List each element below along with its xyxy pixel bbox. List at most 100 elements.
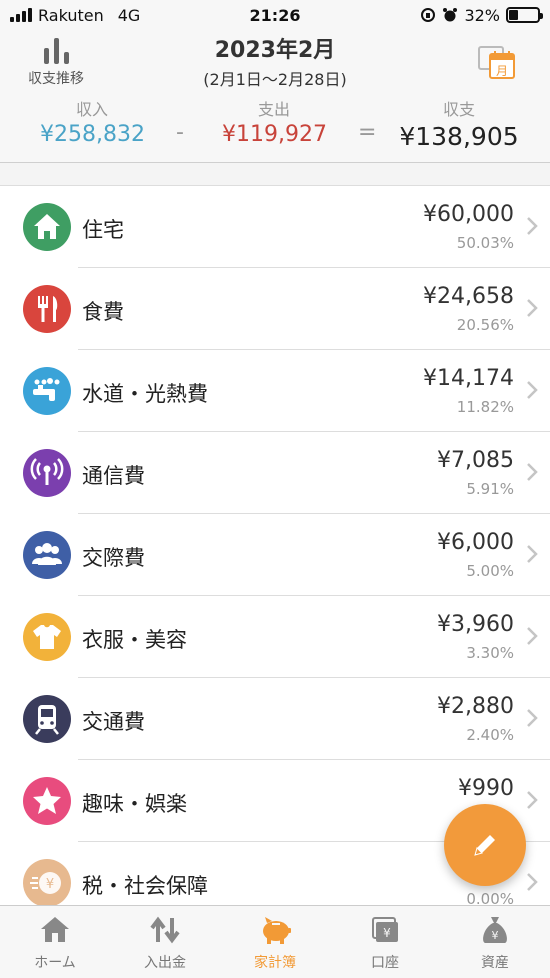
money-bag-icon: ¥ [483, 917, 507, 943]
svg-text:¥: ¥ [383, 926, 391, 940]
chevron-right-icon [527, 217, 538, 235]
category-percent: 3.30% [466, 644, 514, 662]
category-amount: ¥60,000 [423, 202, 514, 227]
category-row[interactable]: 交通費 ¥2,880 2.40% [0, 678, 550, 760]
status-left: Rakuten 4G [10, 6, 140, 25]
category-name: 通信費 [82, 464, 145, 488]
transfer-icon [150, 916, 180, 944]
category-icon-badge: ¥ [23, 859, 71, 907]
star-icon [33, 787, 61, 814]
income-label: 収入 [75, 100, 108, 119]
category-row[interactable]: 住宅 ¥60,000 50.03% [0, 186, 550, 268]
category-row[interactable]: 水道・光熱費 ¥14,174 11.82% [0, 350, 550, 432]
summary-bar: 収入 ¥258,832 - 支出 ¥119,927 = 収支 ¥138,905 [0, 92, 550, 163]
category-row[interactable]: 食費 ¥24,658 20.56% [0, 268, 550, 350]
antenna-icon [30, 458, 64, 485]
balance-summary: 収支 ¥138,905 [394, 96, 524, 151]
category-icon-badge [23, 203, 71, 251]
category-name: 交際費 [82, 546, 145, 570]
category-percent: 20.56% [456, 316, 514, 334]
minus-sign: - [176, 120, 184, 145]
header: 2023年2月 (2月1日〜2月28日) 収支推移 月 [0, 30, 550, 92]
category-amount: ¥7,085 [437, 448, 514, 473]
category-name: 食費 [82, 300, 124, 324]
equals-sign: = [358, 120, 377, 145]
category-amount: ¥3,960 [437, 612, 514, 637]
trend-button[interactable]: 収支推移 [24, 36, 88, 88]
category-name: 趣味・娯楽 [82, 792, 187, 816]
chevron-right-icon [527, 873, 538, 891]
category-icon-badge [23, 531, 71, 579]
chevron-right-icon [527, 545, 538, 563]
status-right: 32% [420, 5, 543, 25]
piggy-bank-icon [263, 917, 291, 944]
pencil-icon [474, 835, 495, 856]
tab-wallet[interactable]: ¥ 口座 [330, 906, 440, 978]
category-icon-badge [23, 695, 71, 743]
category-percent: 50.03% [456, 234, 514, 252]
category-percent: 11.82% [456, 398, 514, 416]
chevron-right-icon [527, 627, 538, 645]
faucet-icon [33, 378, 60, 401]
category-amount: ¥14,174 [423, 366, 514, 391]
category-percent: 5.00% [466, 562, 514, 580]
category-percent: 2.40% [466, 726, 514, 744]
battery-percent: 32% [464, 5, 500, 25]
category-row[interactable]: 通信費 ¥7,085 5.91% [0, 432, 550, 514]
coin-icon: ¥ [30, 872, 61, 894]
chevron-right-icon [527, 791, 538, 809]
calendar-badge: 月 [496, 64, 508, 78]
tab-label: 資産 [481, 955, 509, 971]
status-bar: Rakuten 4G 21:26 32% [0, 0, 550, 30]
category-row[interactable]: 衣服・美容 ¥3,960 3.30% [0, 596, 550, 678]
carrier-label: Rakuten [38, 5, 104, 25]
train-icon [35, 705, 59, 735]
category-percent: 5.91% [466, 480, 514, 498]
fork-knife-icon [38, 296, 58, 322]
category-amount: ¥2,880 [437, 694, 514, 719]
calendar-button[interactable]: 月 [478, 44, 516, 80]
tab-label: ホーム [34, 955, 76, 971]
trend-label: 収支推移 [28, 71, 84, 87]
category-icon-badge [23, 449, 71, 497]
network-label: 4G [117, 5, 141, 25]
tab-label: 家計簿 [254, 955, 296, 971]
category-icon-badge [23, 285, 71, 333]
tab-transfer[interactable]: 入出金 [110, 906, 220, 978]
balance-value: ¥138,905 [399, 122, 519, 151]
category-icon-badge [23, 367, 71, 415]
category-icon-badge [23, 777, 71, 825]
category-name: 衣服・美容 [82, 628, 187, 652]
income-value: ¥258,832 [40, 122, 145, 147]
tab-label: 口座 [371, 955, 399, 971]
add-entry-button[interactable] [444, 804, 526, 886]
bar-chart-icon [24, 36, 88, 64]
expense-label: 支出 [257, 100, 290, 119]
signal-icon [10, 8, 32, 22]
people-icon [32, 543, 62, 565]
battery-icon [506, 7, 543, 23]
tshirt-icon [33, 625, 61, 649]
category-name: 水道・光熱費 [82, 382, 208, 406]
category-amount: ¥6,000 [437, 530, 514, 555]
tab-home[interactable]: ホーム [0, 906, 110, 978]
category-name: 税・社会保障 [82, 874, 208, 898]
chevron-right-icon [527, 463, 538, 481]
calendar-icon: 月 [478, 46, 515, 79]
tab-label: 入出金 [144, 955, 186, 971]
wallet-icon: ¥ [372, 917, 398, 942]
category-name: 交通費 [82, 710, 145, 734]
chevron-right-icon [527, 381, 538, 399]
orientation-lock-icon [421, 8, 436, 22]
svg-text:¥: ¥ [492, 929, 499, 942]
chevron-right-icon [527, 299, 538, 317]
category-amount: ¥990 [458, 776, 514, 801]
list-spacer [0, 163, 550, 185]
category-name: 住宅 [82, 218, 124, 242]
category-row[interactable]: 交際費 ¥6,000 5.00% [0, 514, 550, 596]
house-icon [34, 214, 60, 239]
tab-piggy-bank[interactable]: 家計簿 [220, 906, 330, 978]
tab-money-bag[interactable]: ¥ 資産 [440, 906, 550, 978]
home-icon [41, 917, 69, 942]
income-summary: 収入 ¥258,832 [40, 96, 145, 147]
